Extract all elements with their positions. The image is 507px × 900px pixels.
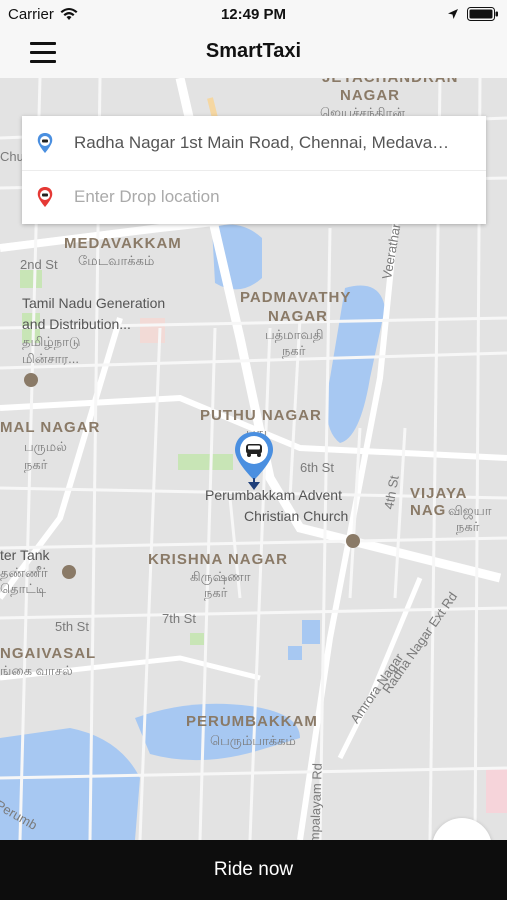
map-label-distribution: and Distribution... (22, 316, 131, 332)
map-label-padmavathy-ta: பத்மாவதி (265, 327, 324, 342)
map-label-padmavathy-ta2: நகர் (282, 343, 306, 358)
location-arrow-icon (448, 9, 458, 19)
map-label-6th-st: 6th St (300, 460, 334, 475)
map-label-tn-ta: தமிழ்நாடு (22, 334, 81, 349)
church-icon (346, 534, 360, 548)
map-label-medavakkam: MEDAVAKKAM (64, 235, 182, 252)
map-label-mal-ta: பருமல் (24, 439, 67, 454)
map-label-padmavathy: PADMAVATHY (240, 289, 352, 306)
map-label-ngaivasal-ta: ங்கை வாசல் (0, 663, 73, 678)
pickup-pin-icon (37, 133, 53, 153)
drop-pin-icon (37, 187, 53, 207)
status-bar: Carrier 12:49 PM (0, 0, 507, 28)
map-label-tamil-nadu: Tamil Nadu Generation (22, 295, 166, 311)
map-label-mal-nagar: MAL NAGAR (0, 419, 101, 436)
map-label-puthu-nagar: PUTHU NAGAR (200, 407, 322, 424)
battery-icon (467, 7, 498, 21)
drop-location-placeholder: Enter Drop location (74, 187, 220, 206)
carrier-label: Carrier (8, 5, 54, 23)
map-label-krishna-ta2: நகர் (204, 585, 228, 600)
map-label-christian-church: Christian Church (244, 508, 349, 524)
tank-poi-icon (62, 565, 76, 579)
map-label-tank-ta2: தொட்டி (0, 581, 47, 596)
map-label-chu: Chu (0, 149, 24, 164)
location-card: Radha Nagar 1st Main Road, Chennai, Meda… (22, 116, 486, 224)
map-label-krishna-nagar: KRISHNA NAGAR (148, 551, 288, 568)
map-label-mpalayam: mpalayam Rd (307, 762, 325, 840)
map-label-nagar: NAGAR (340, 87, 400, 104)
app-title: SmartTaxi (205, 40, 302, 62)
map-label-7th-st: 7th St (162, 611, 196, 626)
map-label-5th-st: 5th St (55, 619, 89, 634)
map-label-water-tank: ter Tank (0, 547, 50, 563)
map-label-vijaya-ta2: நகர் (456, 519, 480, 534)
ride-now-button[interactable]: Ride now (0, 840, 507, 900)
map-label-krishna-ta: கிருஷ்ணா (190, 569, 251, 584)
nav-bar: SmartTaxi (0, 28, 507, 79)
map-label-2nd-st: 2nd St (20, 257, 58, 272)
map-label-medavakkam-ta: மேடவாக்கம் (78, 253, 155, 268)
poi-icon (24, 373, 38, 387)
map-label-tank-ta: தண்ணீர் (0, 565, 48, 580)
map-label-vijaya-ta: விஜயா (448, 503, 492, 518)
map-label-mal-ta2: நகர் (24, 457, 48, 472)
taxi-marker-icon (235, 432, 273, 490)
pickup-field[interactable]: Radha Nagar 1st Main Road, Chennai, Meda… (22, 116, 486, 171)
map-label-tn-ta2: மின்சார... (22, 351, 79, 366)
map-label-perumbakkam: PERUMBAKKAM (186, 713, 318, 730)
drop-field[interactable]: Enter Drop location (22, 170, 486, 224)
map-label-padmavathy-nagar: NAGAR (268, 308, 328, 325)
wifi-icon (60, 7, 78, 20)
pickup-location-value: Radha Nagar 1st Main Road, Chennai, Meda… (74, 133, 450, 152)
map-label-jeyachandran: JEYACHANDRAN (322, 78, 458, 87)
map-label-perumbakkam-ta: பெரும்பாக்கம் (210, 733, 296, 748)
map-label-ngaivasal: NGAIVASAL (0, 645, 97, 662)
